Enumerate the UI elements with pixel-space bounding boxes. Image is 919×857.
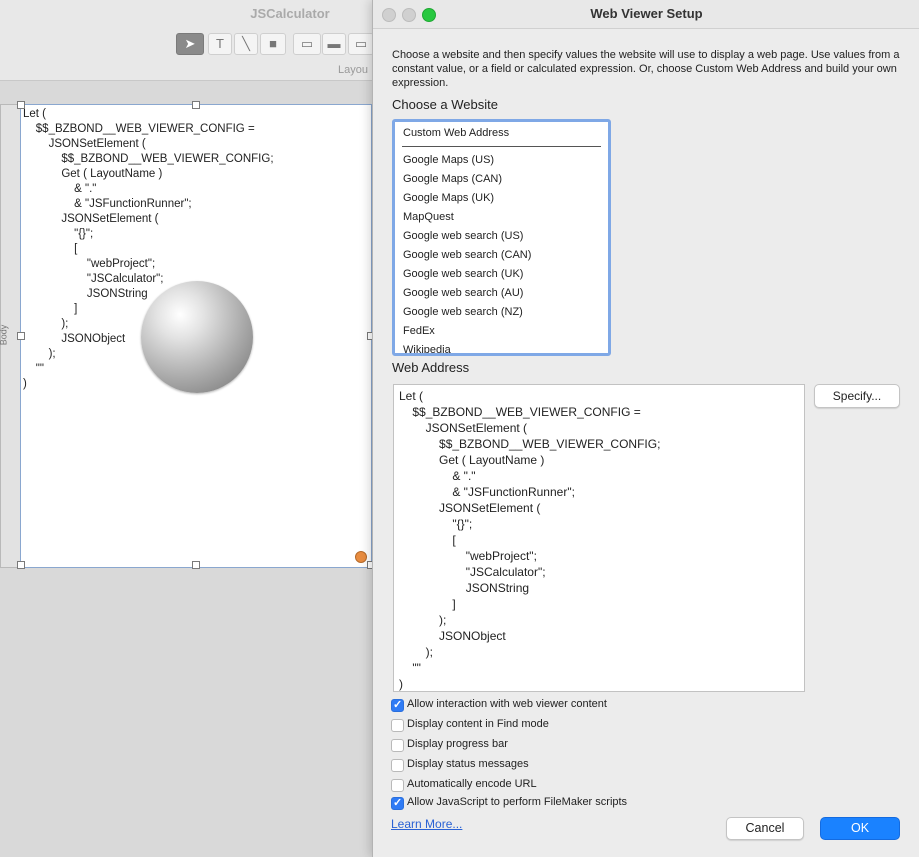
option-label: Allow interaction with web viewer conten… — [407, 698, 607, 710]
dialog-titlebar: Web Viewer Setup — [373, 0, 919, 29]
cancel-button[interactable]: Cancel — [726, 817, 804, 840]
website-option[interactable]: Google web search (UK) — [403, 268, 523, 280]
website-option[interactable]: Google web search (US) — [403, 230, 523, 242]
resize-handle[interactable] — [17, 561, 25, 569]
website-option-custom[interactable]: Custom Web Address — [403, 127, 509, 139]
checkbox-unchecked[interactable] — [391, 779, 404, 792]
specify-button[interactable]: Specify... — [814, 384, 900, 408]
layout-mode-label: Layou — [338, 64, 368, 76]
globe-icon — [141, 281, 253, 393]
dialog-description: Choose a website and then specify values… — [392, 49, 900, 89]
web-viewer-object[interactable]: Let ( $$_BZBOND__WEB_VIEWER_CONFIG = JSO… — [17, 101, 375, 569]
web-viewer-badge-icon — [355, 551, 367, 563]
button-tool-icon[interactable]: ▬ — [322, 33, 346, 55]
field-tool-icon[interactable]: ▭ — [293, 33, 321, 55]
option-label: Allow JavaScript to perform FileMaker sc… — [407, 796, 628, 808]
resize-handle[interactable] — [192, 561, 200, 569]
website-option[interactable]: Google web search (CAN) — [403, 249, 531, 261]
website-option[interactable]: Wikipedia — [403, 344, 451, 353]
website-option[interactable]: Google web search (AU) — [403, 287, 523, 299]
resize-handle[interactable] — [192, 101, 200, 109]
web-address-field[interactable]: Let ( $$_BZBOND__WEB_VIEWER_CONFIG = JSO… — [393, 384, 805, 692]
checkbox-checked[interactable]: ✓ — [391, 699, 404, 712]
web-address-expression: Let ( $$_BZBOND__WEB_VIEWER_CONFIG = JSO… — [399, 389, 661, 691]
popover-tool-icon[interactable]: ▭ — [348, 33, 374, 55]
checkbox-unchecked[interactable] — [391, 759, 404, 772]
option-label: Display status messages — [407, 758, 529, 770]
website-option[interactable]: Google Maps (CAN) — [403, 173, 502, 185]
website-option[interactable]: MapQuest — [403, 211, 454, 223]
website-list-separator — [402, 146, 601, 147]
website-option[interactable]: Google web search (NZ) — [403, 306, 523, 318]
option-label: Display progress bar — [407, 738, 508, 750]
checkmark-icon: ✓ — [393, 797, 403, 809]
website-option[interactable]: Google Maps (US) — [403, 154, 494, 166]
web-viewer-setup-dialog: Web Viewer Setup Choose a website and th… — [372, 0, 919, 857]
body-part-label: Body — [0, 324, 9, 346]
text-tool-icon[interactable]: T — [208, 33, 232, 55]
background-window-title: JSCalculator — [250, 6, 330, 21]
dialog-title: Web Viewer Setup — [590, 6, 703, 21]
web-address-label: Web Address — [392, 360, 470, 375]
website-option[interactable]: Google Maps (UK) — [403, 192, 494, 204]
option-label: Automatically encode URL — [407, 778, 537, 790]
resize-handle[interactable] — [17, 101, 25, 109]
checkmark-icon: ✓ — [393, 699, 403, 711]
rectangle-tool-icon[interactable]: ■ — [260, 33, 286, 55]
resize-handle[interactable] — [17, 332, 25, 340]
website-list[interactable]: Custom Web Address Google Maps (US) Goog… — [392, 119, 611, 356]
checkbox-unchecked[interactable] — [391, 719, 404, 732]
checkbox-checked[interactable]: ✓ — [391, 797, 404, 810]
line-tool-icon[interactable]: ╲ — [234, 33, 258, 55]
checkbox-unchecked[interactable] — [391, 739, 404, 752]
choose-website-label: Choose a Website — [392, 97, 498, 112]
ok-button[interactable]: OK — [820, 817, 900, 840]
option-label: Display content in Find mode — [407, 718, 549, 730]
learn-more-link[interactable]: Learn More... — [391, 817, 462, 831]
select-tool-icon[interactable]: ➤ — [176, 33, 204, 55]
website-option[interactable]: FedEx — [403, 325, 435, 337]
